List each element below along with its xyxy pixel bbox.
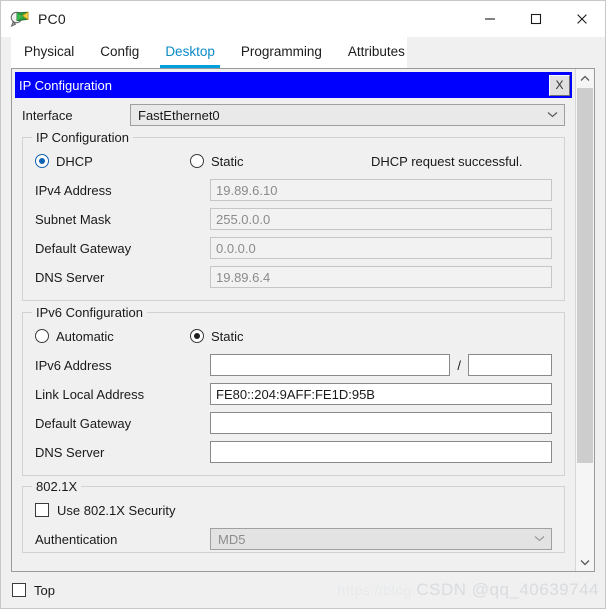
close-icon [575, 12, 589, 26]
ipv6-configuration-group: IPv6 Configuration Automatic Static IPv6… [22, 305, 565, 476]
watermark-text: CSDN @qq_40639744 [416, 580, 599, 599]
title-bar-left: PC0 [1, 9, 66, 29]
ipv6-address-input[interactable] [210, 354, 451, 376]
radio-dhcp-label: DHCP [56, 153, 93, 169]
ipv4-dns-server-input[interactable] [210, 266, 552, 288]
scroll-host: IP Configuration X Interface FastEtherne… [12, 69, 594, 571]
ipv6-dns-server-label: DNS Server [35, 444, 105, 460]
ipv6-address-row: IPv6 Address / [35, 354, 552, 376]
ipv4-default-gateway-row: Default Gateway [35, 237, 552, 259]
ipv6-default-gateway-row: Default Gateway [35, 412, 552, 434]
link-local-address-input[interactable] [210, 383, 552, 405]
authentication-select-value: MD5 [218, 531, 246, 547]
scroll-up-button[interactable] [576, 69, 594, 87]
ipv6-default-gateway-input[interactable] [210, 412, 552, 434]
window-controls [467, 1, 605, 37]
radio-ipv4-static[interactable]: Static [190, 154, 365, 169]
ipv4-address-input[interactable] [210, 179, 552, 201]
subnet-mask-label: Subnet Mask [35, 211, 111, 227]
ipv4-default-gateway-label: Default Gateway [35, 240, 132, 256]
radio-dhcp-indicator [35, 154, 49, 168]
top-checkbox-box [12, 583, 26, 597]
link-local-address-row: Link Local Address [35, 383, 552, 405]
interface-select[interactable]: FastEthernet0 [130, 104, 565, 126]
dhcp-status-text: DHCP request successful. [371, 153, 523, 169]
interface-row: Interface FastEthernet0 [22, 104, 565, 126]
use-dot1x-security-box [35, 503, 49, 517]
ipv4-dns-server-label: DNS Server [35, 269, 105, 285]
top-checkbox-label: Top [34, 582, 55, 598]
maximize-button[interactable] [513, 1, 559, 37]
radio-ipv6-static-indicator [190, 329, 204, 343]
ipv4-group-legend: IP Configuration [32, 130, 133, 145]
authentication-label: Authentication [35, 531, 118, 547]
ipv6-address-label: IPv6 Address [35, 357, 112, 373]
ipv6-dns-server-row: DNS Server [35, 441, 552, 463]
bottom-bar: Top https://blog.CSDN @qq_40639744 [1, 572, 605, 608]
ipv6-default-gateway-label: Default Gateway [35, 415, 132, 431]
watermark-url: https://blog. [337, 582, 417, 598]
scroll-down-button[interactable] [576, 553, 594, 571]
minimize-icon [483, 12, 497, 26]
radio-ipv6-automatic[interactable]: Automatic [35, 329, 190, 344]
scrollbar-track[interactable] [576, 87, 594, 553]
tab-desktop[interactable]: Desktop [152, 37, 228, 68]
minimize-button[interactable] [467, 1, 513, 37]
ipv4-default-gateway-input[interactable] [210, 237, 552, 259]
chevron-down-icon [547, 110, 558, 121]
dot1x-group-legend: 802.1X [32, 479, 82, 494]
tab-strip-area: Physical Config Desktop Programming Attr… [1, 37, 605, 68]
subnet-mask-input[interactable] [210, 208, 552, 230]
tab-attributes[interactable]: Attributes [335, 37, 418, 68]
ipv4-address-label: IPv4 Address [35, 182, 112, 198]
radio-ipv6-automatic-label: Automatic [56, 328, 114, 344]
title-bar: PC0 [1, 1, 605, 37]
radio-dhcp[interactable]: DHCP [35, 154, 190, 169]
link-local-address-label: Link Local Address [35, 386, 145, 402]
tab-physical[interactable]: Physical [11, 37, 87, 68]
radio-ipv6-static[interactable]: Static [190, 329, 365, 344]
ipv6-group-legend: IPv6 Configuration [32, 305, 147, 320]
use-dot1x-security-checkbox[interactable]: Use 802.1X Security [35, 501, 552, 519]
chevron-down-icon [534, 534, 545, 545]
ipv6-dns-server-input[interactable] [210, 441, 552, 463]
ipv4-mode-row: DHCP Static DHCP request successful. [35, 152, 552, 170]
packet-tracer-pc-icon [10, 9, 30, 29]
maximize-icon [529, 12, 543, 26]
tab-config[interactable]: Config [87, 37, 152, 68]
ipv4-configuration-group: IP Configuration DHCP Static DHCP reques… [22, 130, 565, 301]
authentication-select[interactable]: MD5 [210, 528, 552, 550]
dialog-close-button[interactable]: X [549, 74, 570, 96]
ipv6-prefix-separator: / [457, 357, 461, 373]
window-title: PC0 [38, 11, 66, 27]
authentication-row: Authentication MD5 [35, 528, 552, 550]
vertical-scrollbar[interactable] [575, 69, 594, 571]
dot1x-group: 802.1X Use 802.1X Security Authenticatio… [22, 479, 565, 553]
ipv6-mode-row: Automatic Static [35, 327, 552, 345]
interface-label: Interface [22, 107, 73, 123]
pc0-window: PC0 Physical Config Desktop Programming … [0, 0, 606, 609]
dialog-title: IP Configuration [19, 77, 112, 93]
radio-ipv6-static-label: Static [211, 328, 244, 344]
ipv4-dns-server-row: DNS Server [35, 266, 552, 288]
dialog-title-bar: IP Configuration X [15, 72, 572, 98]
radio-ipv4-static-indicator [190, 154, 204, 168]
tab-strip: Physical Config Desktop Programming Attr… [11, 37, 407, 68]
ip-configuration-dialog: IP Configuration X Interface FastEtherne… [12, 69, 575, 571]
top-checkbox[interactable]: Top [12, 581, 55, 599]
radio-ipv4-static-label: Static [211, 153, 244, 169]
scrollbar-thumb[interactable] [577, 88, 593, 464]
radio-ipv6-automatic-indicator [35, 329, 49, 343]
tab-programming[interactable]: Programming [228, 37, 335, 68]
ipv6-prefix-length-input[interactable] [468, 354, 552, 376]
desktop-panel: IP Configuration X Interface FastEtherne… [11, 68, 595, 572]
ipv4-address-row: IPv4 Address [35, 179, 552, 201]
close-button[interactable] [559, 1, 605, 37]
use-dot1x-security-label: Use 802.1X Security [57, 502, 176, 518]
watermark: https://blog.CSDN @qq_40639744 [337, 580, 599, 600]
interface-select-value: FastEthernet0 [138, 107, 220, 123]
subnet-mask-row: Subnet Mask [35, 208, 552, 230]
